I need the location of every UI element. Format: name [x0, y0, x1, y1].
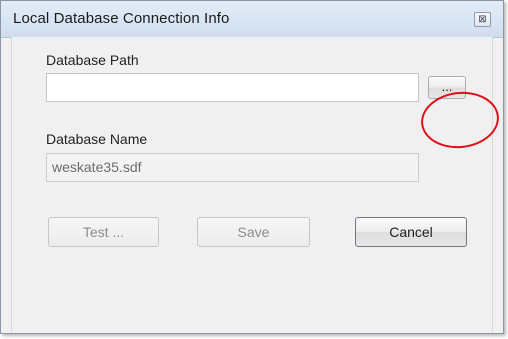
title-bar[interactable]: Local Database Connection Info ⊠: [1, 1, 503, 38]
close-button[interactable]: ⊠: [474, 12, 491, 27]
save-button[interactable]: Save: [197, 217, 310, 247]
window-title: Local Database Connection Info: [13, 10, 230, 27]
close-icon: ⊠: [478, 14, 487, 25]
test-button[interactable]: Test ...: [48, 217, 159, 247]
database-name-field: weskate35.sdf: [46, 153, 419, 182]
cancel-button[interactable]: Cancel: [355, 217, 467, 247]
database-path-input[interactable]: [46, 73, 419, 102]
database-name-label: Database Name: [46, 131, 148, 147]
database-path-label: Database Path: [46, 52, 139, 68]
